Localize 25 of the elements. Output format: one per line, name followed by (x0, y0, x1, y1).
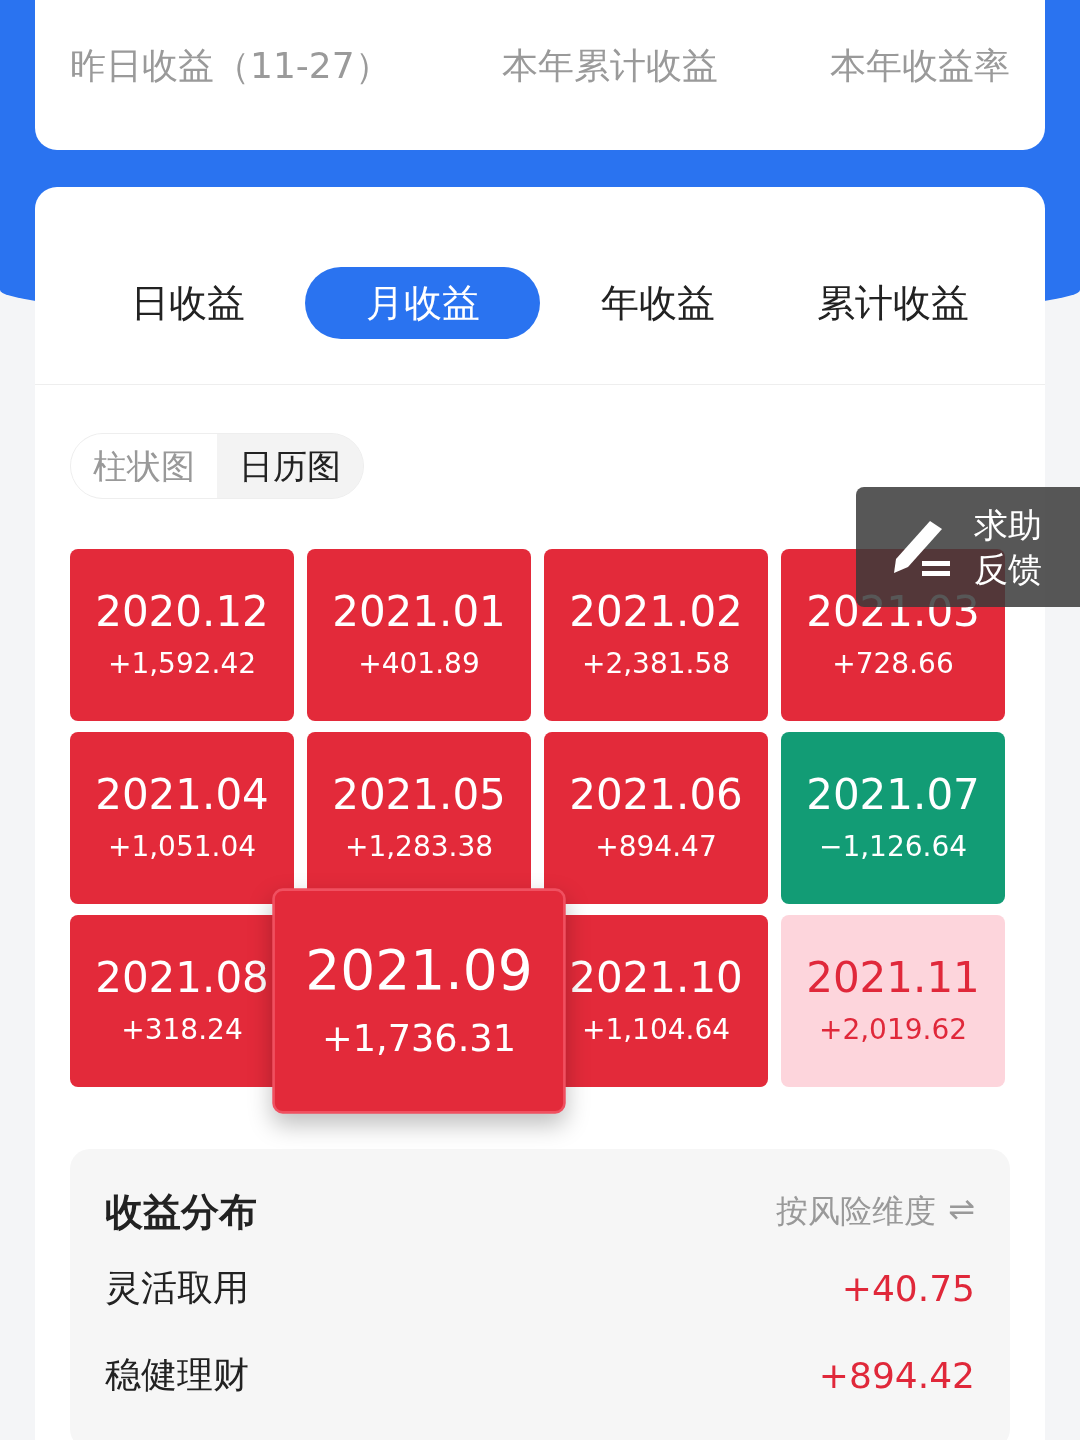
month-tile[interactable]: 2021.07 −1,126.64 (781, 732, 1005, 904)
summary-label: 昨日收益（11-27） (70, 44, 391, 88)
toggle-option[interactable]: 柱状图 (71, 434, 217, 498)
category-name: 稳健理财 (105, 1353, 249, 1397)
month-tile[interactable]: 2021.11 +2,019.62 (781, 915, 1005, 1087)
swap-icon[interactable]: ⇌ (948, 1190, 975, 1234)
summary-label: 本年累计收益 (502, 44, 719, 88)
month-tile[interactable]: 2021.06 +894.47 (544, 732, 768, 904)
tab[interactable]: 累计收益 (775, 267, 1010, 339)
tab[interactable]: 月收益 (305, 267, 540, 339)
tab[interactable]: 年收益 (540, 267, 775, 339)
month-popup-tooltip[interactable]: 2021.09 +1,736.31 (272, 888, 566, 1114)
month-tile[interactable]: 2021.01 +401.89 (307, 549, 531, 721)
tab[interactable]: 日收益 (70, 267, 305, 339)
month-tile[interactable]: 2021.04 +1,051.04 (70, 732, 294, 904)
month-tile[interactable]: 2020.12 +1,592.42 (70, 549, 294, 721)
category-name: 灵活取用 (105, 1266, 249, 1310)
feedback-button[interactable]: 求助 反馈 (856, 487, 1080, 607)
category-amount: +894.42 (818, 1355, 975, 1396)
section-title: 收益分布 (105, 1188, 257, 1236)
month-tile[interactable]: 2021.02 +2,381.58 (544, 549, 768, 721)
summary-label: 本年收益率 (830, 44, 1010, 88)
category-amount: +40.75 (841, 1268, 975, 1309)
feedback-label: 求助 (974, 504, 1042, 547)
dimension-link[interactable]: 按风险维度 (776, 1190, 937, 1234)
